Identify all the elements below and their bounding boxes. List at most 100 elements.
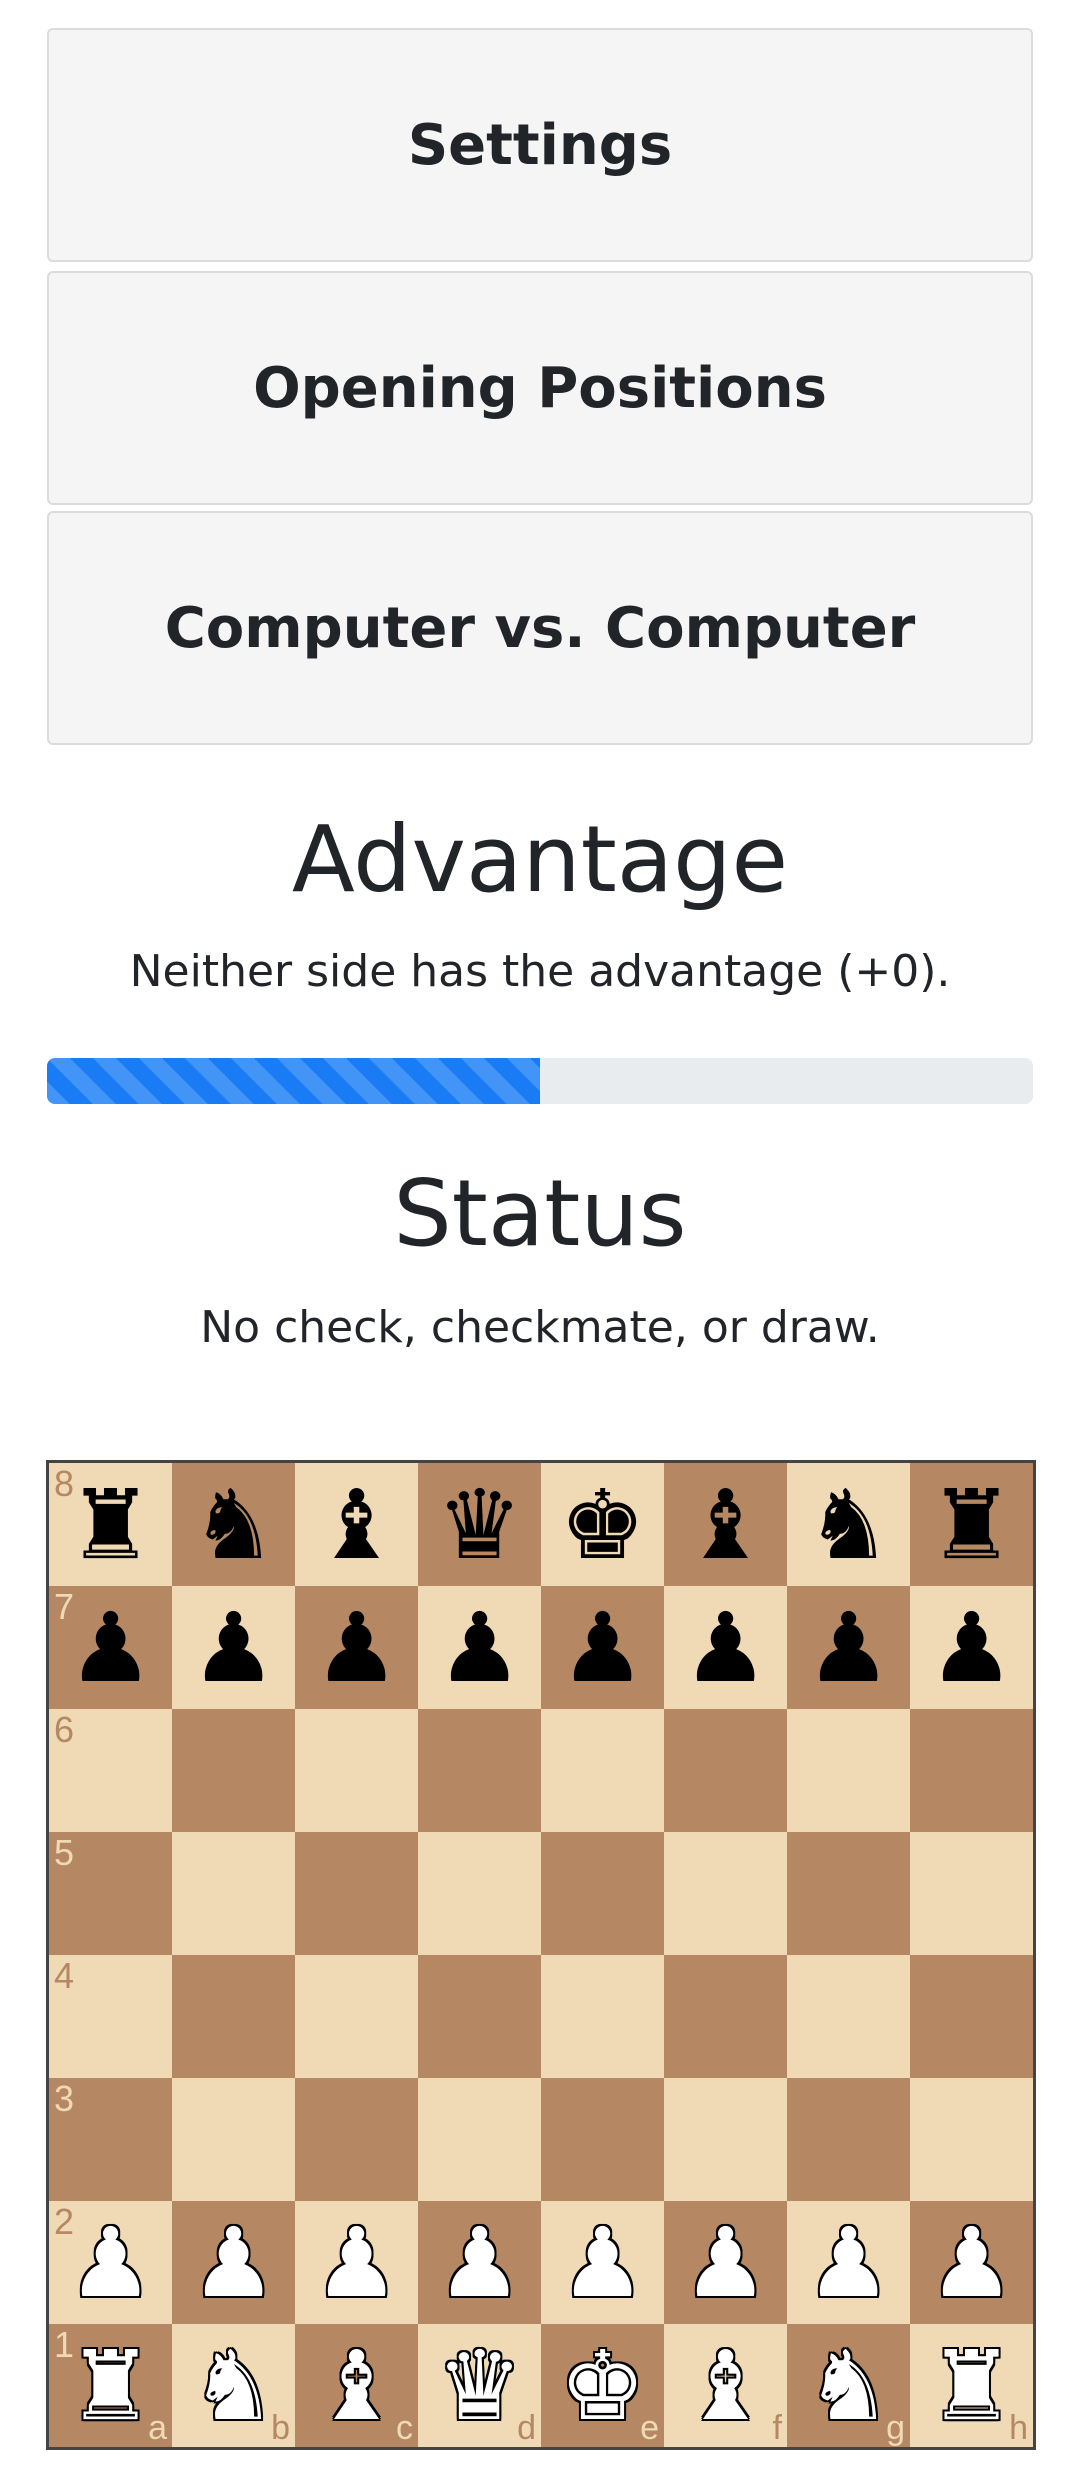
black-rook-icon[interactable]: ♜ xyxy=(67,1477,153,1573)
white-pawn-icon[interactable]: ♟ xyxy=(805,2215,891,2311)
black-pawn-icon[interactable]: ♟ xyxy=(190,1600,276,1696)
square-d5[interactable] xyxy=(418,1832,541,1955)
black-king-icon[interactable]: ♚ xyxy=(559,1477,645,1573)
square-h3[interactable] xyxy=(910,2078,1033,2201)
square-c3[interactable] xyxy=(295,2078,418,2201)
white-king-icon[interactable]: ♚ xyxy=(559,2338,645,2434)
white-pawn-icon[interactable]: ♟ xyxy=(190,2215,276,2311)
square-c7[interactable]: ♟ xyxy=(295,1586,418,1709)
white-pawn-icon[interactable]: ♟ xyxy=(928,2215,1014,2311)
square-b4[interactable] xyxy=(172,1955,295,2078)
square-g8[interactable]: ♞ xyxy=(787,1463,910,1586)
white-rook-icon[interactable]: ♜ xyxy=(67,2338,153,2434)
square-e5[interactable] xyxy=(541,1832,664,1955)
square-a4[interactable]: 4 xyxy=(49,1955,172,2078)
black-pawn-icon[interactable]: ♟ xyxy=(805,1600,891,1696)
square-a1[interactable]: ♜ 1 a xyxy=(49,2324,172,2447)
black-pawn-icon[interactable]: ♟ xyxy=(436,1600,522,1696)
square-a6[interactable]: 6 xyxy=(49,1709,172,1832)
square-d8[interactable]: ♛ xyxy=(418,1463,541,1586)
black-pawn-icon[interactable]: ♟ xyxy=(682,1600,768,1696)
white-pawn-icon[interactable]: ♟ xyxy=(559,2215,645,2311)
white-pawn-icon[interactable]: ♟ xyxy=(67,2215,153,2311)
square-e2[interactable]: ♟ xyxy=(541,2201,664,2324)
square-h7[interactable]: ♟ xyxy=(910,1586,1033,1709)
white-bishop-icon[interactable]: ♝ xyxy=(682,2338,768,2434)
square-b8[interactable]: ♞ xyxy=(172,1463,295,1586)
square-g5[interactable] xyxy=(787,1832,910,1955)
square-e7[interactable]: ♟ xyxy=(541,1586,664,1709)
square-g7[interactable]: ♟ xyxy=(787,1586,910,1709)
square-g2[interactable]: ♟ xyxy=(787,2201,910,2324)
white-knight-icon[interactable]: ♞ xyxy=(190,2338,276,2434)
white-queen-icon[interactable]: ♛ xyxy=(436,2338,522,2434)
white-pawn-icon[interactable]: ♟ xyxy=(682,2215,768,2311)
black-rook-icon[interactable]: ♜ xyxy=(928,1477,1014,1573)
square-h4[interactable] xyxy=(910,1955,1033,2078)
square-d2[interactable]: ♟ xyxy=(418,2201,541,2324)
opening-positions-button[interactable]: Opening Positions xyxy=(47,271,1033,505)
square-g4[interactable] xyxy=(787,1955,910,2078)
square-b5[interactable] xyxy=(172,1832,295,1955)
square-f1[interactable]: ♝ f xyxy=(664,2324,787,2447)
square-c5[interactable] xyxy=(295,1832,418,1955)
computer-vs-computer-button[interactable]: Computer vs. Computer xyxy=(47,511,1033,745)
square-e3[interactable] xyxy=(541,2078,664,2201)
black-bishop-icon[interactable]: ♝ xyxy=(682,1477,768,1573)
white-pawn-icon[interactable]: ♟ xyxy=(436,2215,522,2311)
white-rook-icon[interactable]: ♜ xyxy=(928,2338,1014,2434)
square-b3[interactable] xyxy=(172,2078,295,2201)
white-bishop-icon[interactable]: ♝ xyxy=(313,2338,399,2434)
square-f7[interactable]: ♟ xyxy=(664,1586,787,1709)
square-g1[interactable]: ♞ g xyxy=(787,2324,910,2447)
white-pawn-icon[interactable]: ♟ xyxy=(313,2215,399,2311)
square-b6[interactable] xyxy=(172,1709,295,1832)
square-e4[interactable] xyxy=(541,1955,664,2078)
black-queen-icon[interactable]: ♛ xyxy=(436,1477,522,1573)
square-a8[interactable]: ♜ 8 xyxy=(49,1463,172,1586)
square-c2[interactable]: ♟ xyxy=(295,2201,418,2324)
square-a7[interactable]: ♟ 7 xyxy=(49,1586,172,1709)
black-bishop-icon[interactable]: ♝ xyxy=(313,1477,399,1573)
square-c4[interactable] xyxy=(295,1955,418,2078)
square-e6[interactable] xyxy=(541,1709,664,1832)
square-c6[interactable] xyxy=(295,1709,418,1832)
black-knight-icon[interactable]: ♞ xyxy=(190,1477,276,1573)
square-a5[interactable]: 5 xyxy=(49,1832,172,1955)
black-pawn-icon[interactable]: ♟ xyxy=(67,1600,153,1696)
square-c1[interactable]: ♝ c xyxy=(295,2324,418,2447)
square-h2[interactable]: ♟ xyxy=(910,2201,1033,2324)
black-knight-icon[interactable]: ♞ xyxy=(805,1477,891,1573)
black-pawn-icon[interactable]: ♟ xyxy=(928,1600,1014,1696)
chessboard[interactable]: ♜ 8 ♞ ♝ ♛ ♚ ♝ ♞ ♜ ♟ 7 ♟ ♟ ♟ ♟ ♟ ♟ ♟ 6 5 4 3 ♟ 2 ♟ ♟ ♟ ♟ ♟ ♟ ♟ ♜ 1 a ♞ b ♝ c ♛ d… xyxy=(49,1463,1033,2447)
square-g3[interactable] xyxy=(787,2078,910,2201)
square-a3[interactable]: 3 xyxy=(49,2078,172,2201)
square-f8[interactable]: ♝ xyxy=(664,1463,787,1586)
square-d7[interactable]: ♟ xyxy=(418,1586,541,1709)
black-pawn-icon[interactable]: ♟ xyxy=(313,1600,399,1696)
square-d3[interactable] xyxy=(418,2078,541,2201)
square-c8[interactable]: ♝ xyxy=(295,1463,418,1586)
square-h6[interactable] xyxy=(910,1709,1033,1832)
square-d1[interactable]: ♛ d xyxy=(418,2324,541,2447)
square-f3[interactable] xyxy=(664,2078,787,2201)
square-g6[interactable] xyxy=(787,1709,910,1832)
square-b2[interactable]: ♟ xyxy=(172,2201,295,2324)
square-h8[interactable]: ♜ xyxy=(910,1463,1033,1586)
square-d6[interactable] xyxy=(418,1709,541,1832)
white-knight-icon[interactable]: ♞ xyxy=(805,2338,891,2434)
square-h5[interactable] xyxy=(910,1832,1033,1955)
square-f2[interactable]: ♟ xyxy=(664,2201,787,2324)
square-b1[interactable]: ♞ b xyxy=(172,2324,295,2447)
square-f6[interactable] xyxy=(664,1709,787,1832)
square-e8[interactable]: ♚ xyxy=(541,1463,664,1586)
square-f5[interactable] xyxy=(664,1832,787,1955)
square-d4[interactable] xyxy=(418,1955,541,2078)
square-e1[interactable]: ♚ e xyxy=(541,2324,664,2447)
black-pawn-icon[interactable]: ♟ xyxy=(559,1600,645,1696)
square-h1[interactable]: ♜ h xyxy=(910,2324,1033,2447)
square-b7[interactable]: ♟ xyxy=(172,1586,295,1709)
square-a2[interactable]: ♟ 2 xyxy=(49,2201,172,2324)
settings-button[interactable]: Settings xyxy=(47,28,1033,262)
square-f4[interactable] xyxy=(664,1955,787,2078)
